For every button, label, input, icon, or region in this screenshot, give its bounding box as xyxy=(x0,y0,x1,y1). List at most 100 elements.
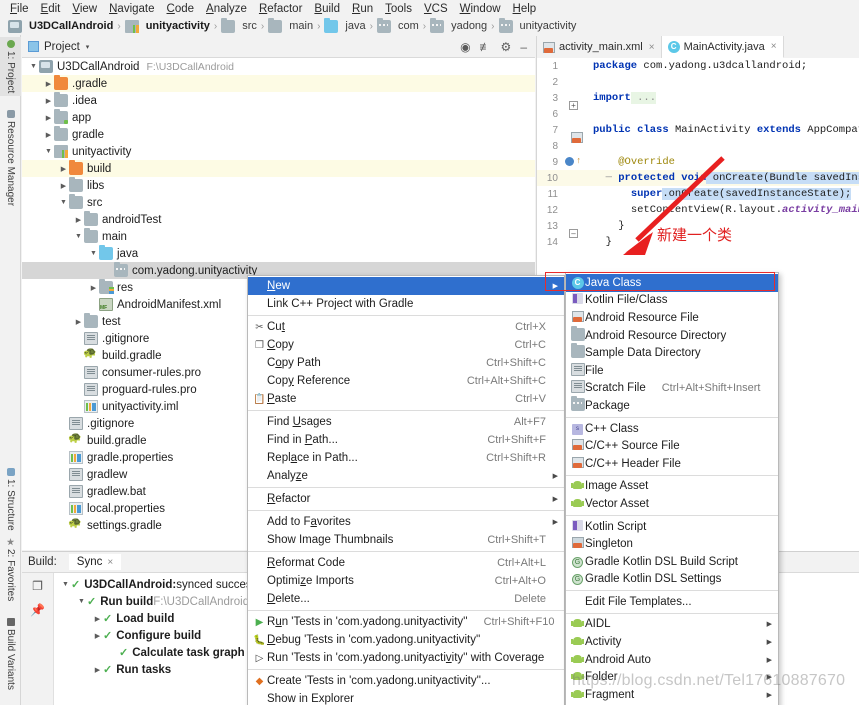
tree-expand-arrow[interactable]: ▶ xyxy=(58,165,69,173)
breadcrumb-item-yadong[interactable]: yadong xyxy=(430,17,487,33)
build-expand-arrow[interactable]: ▼ xyxy=(76,598,87,605)
menu-item-show-image-thumbnails[interactable]: Show Image Thumbnails Ctrl+Shift+T xyxy=(248,531,564,549)
menu-tools[interactable]: Tools xyxy=(379,2,418,16)
collapse-all-icon[interactable]: ≢ xyxy=(480,40,492,54)
menu-window[interactable]: Window xyxy=(454,2,507,16)
tree-expand-arrow[interactable]: ▼ xyxy=(73,233,84,240)
breadcrumb-item-com[interactable]: com xyxy=(376,17,419,33)
close-icon[interactable]: × xyxy=(649,42,655,53)
close-icon[interactable]: × xyxy=(107,557,113,568)
menu-item-cut[interactable]: ✂ Cut Ctrl+X xyxy=(248,318,564,336)
sidebar-item-build-variants[interactable]: Build Variants xyxy=(0,615,21,693)
menu-vcs[interactable]: VCS xyxy=(418,2,454,16)
menu-item-edit-file-templates[interactable]: Edit File Templates... xyxy=(566,593,778,611)
tab-sync[interactable]: Sync × xyxy=(68,554,122,570)
menu-run[interactable]: Run xyxy=(346,2,379,16)
menu-navigate[interactable]: Navigate xyxy=(103,2,160,16)
tree-expand-arrow[interactable]: ▼ xyxy=(28,63,39,70)
build-expand-arrow[interactable]: ▶ xyxy=(92,666,103,674)
menu-item-android-resource-file[interactable]: Android Resource File xyxy=(566,309,778,327)
menu-item-gradle-kotlin-dsl-settings[interactable]: G Gradle Kotlin DSL Settings xyxy=(566,571,778,589)
menu-item-kotlin-script[interactable]: Kotlin Script xyxy=(566,518,778,536)
build-expand-arrow[interactable]: ▼ xyxy=(60,581,71,588)
tree-item[interactable]: ▶ libs xyxy=(22,177,535,194)
tree-expand-arrow[interactable]: ▶ xyxy=(43,97,54,105)
tree-expand-arrow[interactable]: ▼ xyxy=(88,250,99,257)
menu-item-gradle-kotlin-dsl-build-script[interactable]: G Gradle Kotlin DSL Build Script xyxy=(566,553,778,571)
sidebar-item-project[interactable]: 1: Project xyxy=(0,37,21,97)
folded-imports[interactable]: ... xyxy=(630,92,657,104)
menu-item-copy-path[interactable]: Copy Path Ctrl+Shift+C xyxy=(248,354,564,372)
menu-item-aidl[interactable]: AIDL ▶ xyxy=(566,616,778,634)
breadcrumb-item-java[interactable]: java xyxy=(324,17,366,33)
menu-build[interactable]: Build xyxy=(308,2,346,16)
breadcrumb-item-u3dcallandroid[interactable]: U3DCallAndroid xyxy=(8,19,113,33)
menu-item-android-resource-directory[interactable]: Android Resource Directory xyxy=(566,325,778,345)
menu-item-refactor[interactable]: Refactor ▶ xyxy=(248,490,564,508)
settings-gear-icon[interactable]: ⚙ xyxy=(501,40,512,54)
menu-edit[interactable]: Edit xyxy=(35,2,67,16)
sidebar-item-structure[interactable]: 1: Structure xyxy=(0,465,21,534)
copy-icon[interactable]: ❐ xyxy=(32,579,43,593)
tree-item[interactable]: ▶ gradle xyxy=(22,126,535,143)
tree-item[interactable]: ▶ build xyxy=(22,160,535,177)
build-expand-arrow[interactable]: ▶ xyxy=(92,615,103,623)
breadcrumb-item-main[interactable]: main xyxy=(268,17,313,33)
menu-item-replace-in-path[interactable]: Replace in Path... Ctrl+Shift+R xyxy=(248,449,564,467)
tree-item[interactable]: ▼ U3DCallAndroid F:\U3DCallAndroid xyxy=(22,58,535,75)
tree-item[interactable]: ▼ src xyxy=(22,194,535,211)
menu-item-optimize-imports[interactable]: Optimize Imports Ctrl+Alt+O xyxy=(248,572,564,590)
tree-expand-arrow[interactable]: ▶ xyxy=(43,131,54,139)
context-menu[interactable]: New ▶ Link C++ Project with Gradle ✂ Cut Ctrl… xyxy=(247,275,565,705)
menu-item-copy-reference[interactable]: Copy Reference Ctrl+Alt+Shift+C xyxy=(248,372,564,390)
tree-item[interactable]: ▼ main xyxy=(22,228,535,245)
locate-icon[interactable]: ◉ xyxy=(460,40,470,54)
menu-item-delete[interactable]: Delete... Delete xyxy=(248,590,564,608)
menu-item-java-class[interactable]: C Java Class xyxy=(566,274,778,292)
menu-item-file[interactable]: File xyxy=(566,362,778,380)
menu-item-analyze[interactable]: Analyze ▶ xyxy=(248,467,564,485)
menu-item-run-tests-in-com-yadong-unityactivity-with-coverage[interactable]: ▷ Run 'Tests in 'com.yadong.unityactivity… xyxy=(248,649,564,667)
menu-item-c-c-source-file[interactable]: C/C++ Source File xyxy=(566,437,778,455)
menu-item-find-in-path[interactable]: Find in Path... Ctrl+Shift+F xyxy=(248,431,564,449)
menu-item-copy[interactable]: ❐ Copy Ctrl+C xyxy=(248,336,564,354)
menu-item-package[interactable]: Package xyxy=(566,395,778,415)
pin-icon[interactable]: 📌 xyxy=(30,603,45,617)
menu-item-scratch-file[interactable]: Scratch File Ctrl+Alt+Shift+Insert xyxy=(566,380,778,398)
menu-item-sample-data-directory[interactable]: Sample Data Directory xyxy=(566,343,778,362)
tab-activity-main-xml[interactable]: activity_main.xml × xyxy=(537,36,662,58)
menu-item-find-usages[interactable]: Find Usages Alt+F7 xyxy=(248,413,564,431)
tree-expand-arrow[interactable]: ▶ xyxy=(73,318,84,326)
menu-item-run-tests-in-com-yadong-unityactivity[interactable]: ▶ Run 'Tests in 'com.yadong.unityactivity… xyxy=(248,613,564,631)
menu-code[interactable]: Code xyxy=(161,2,201,16)
tree-expand-arrow[interactable]: ▶ xyxy=(73,216,84,224)
build-expand-arrow[interactable]: ▶ xyxy=(92,632,103,640)
tree-item[interactable]: ▼ java xyxy=(22,245,535,262)
tab-mainactivity-java[interactable]: C MainActivity.java × xyxy=(661,36,784,58)
menu-item-singleton[interactable]: Singleton xyxy=(566,535,778,553)
menu-item-reformat-code[interactable]: Reformat Code Ctrl+Alt+L xyxy=(248,554,564,572)
menu-help[interactable]: Help xyxy=(507,2,543,16)
tree-expand-arrow[interactable]: ▶ xyxy=(43,80,54,88)
tree-expand-arrow[interactable]: ▼ xyxy=(58,199,69,206)
tree-expand-arrow[interactable]: ▶ xyxy=(58,182,69,190)
tree-item[interactable]: ▶ .idea xyxy=(22,92,535,109)
hide-panel-icon[interactable]: – xyxy=(520,40,527,54)
menu-item-show-in-explorer[interactable]: Show in Explorer xyxy=(248,690,564,705)
menu-item-activity[interactable]: Activity ▶ xyxy=(566,633,778,651)
tree-expand-arrow[interactable]: ▶ xyxy=(43,114,54,122)
sidebar-item-favorites[interactable]: 2: Favorites xyxy=(0,535,21,604)
tree-item[interactable]: ▶ androidTest xyxy=(22,211,535,228)
menu-item-c-c-header-file[interactable]: C/C++ Header File xyxy=(566,455,778,473)
menu-item-android-auto[interactable]: Android Auto ▶ xyxy=(566,651,778,669)
override-marker-icon[interactable]: ↑ xyxy=(576,156,581,166)
menu-refactor[interactable]: Refactor xyxy=(253,2,308,16)
menu-item-image-asset[interactable]: Image Asset xyxy=(566,478,778,496)
tree-expand-arrow[interactable]: ▶ xyxy=(88,284,99,292)
menu-view[interactable]: View xyxy=(66,2,103,16)
menu-item-new[interactable]: New ▶ xyxy=(248,277,564,295)
menu-item-add-to-favorites[interactable]: Add to Favorites ▶ xyxy=(248,513,564,531)
menu-analyze[interactable]: Analyze xyxy=(200,2,253,16)
breakpoint-icon[interactable] xyxy=(565,157,574,166)
tree-item[interactable]: ▼ unityactivity xyxy=(22,143,535,160)
